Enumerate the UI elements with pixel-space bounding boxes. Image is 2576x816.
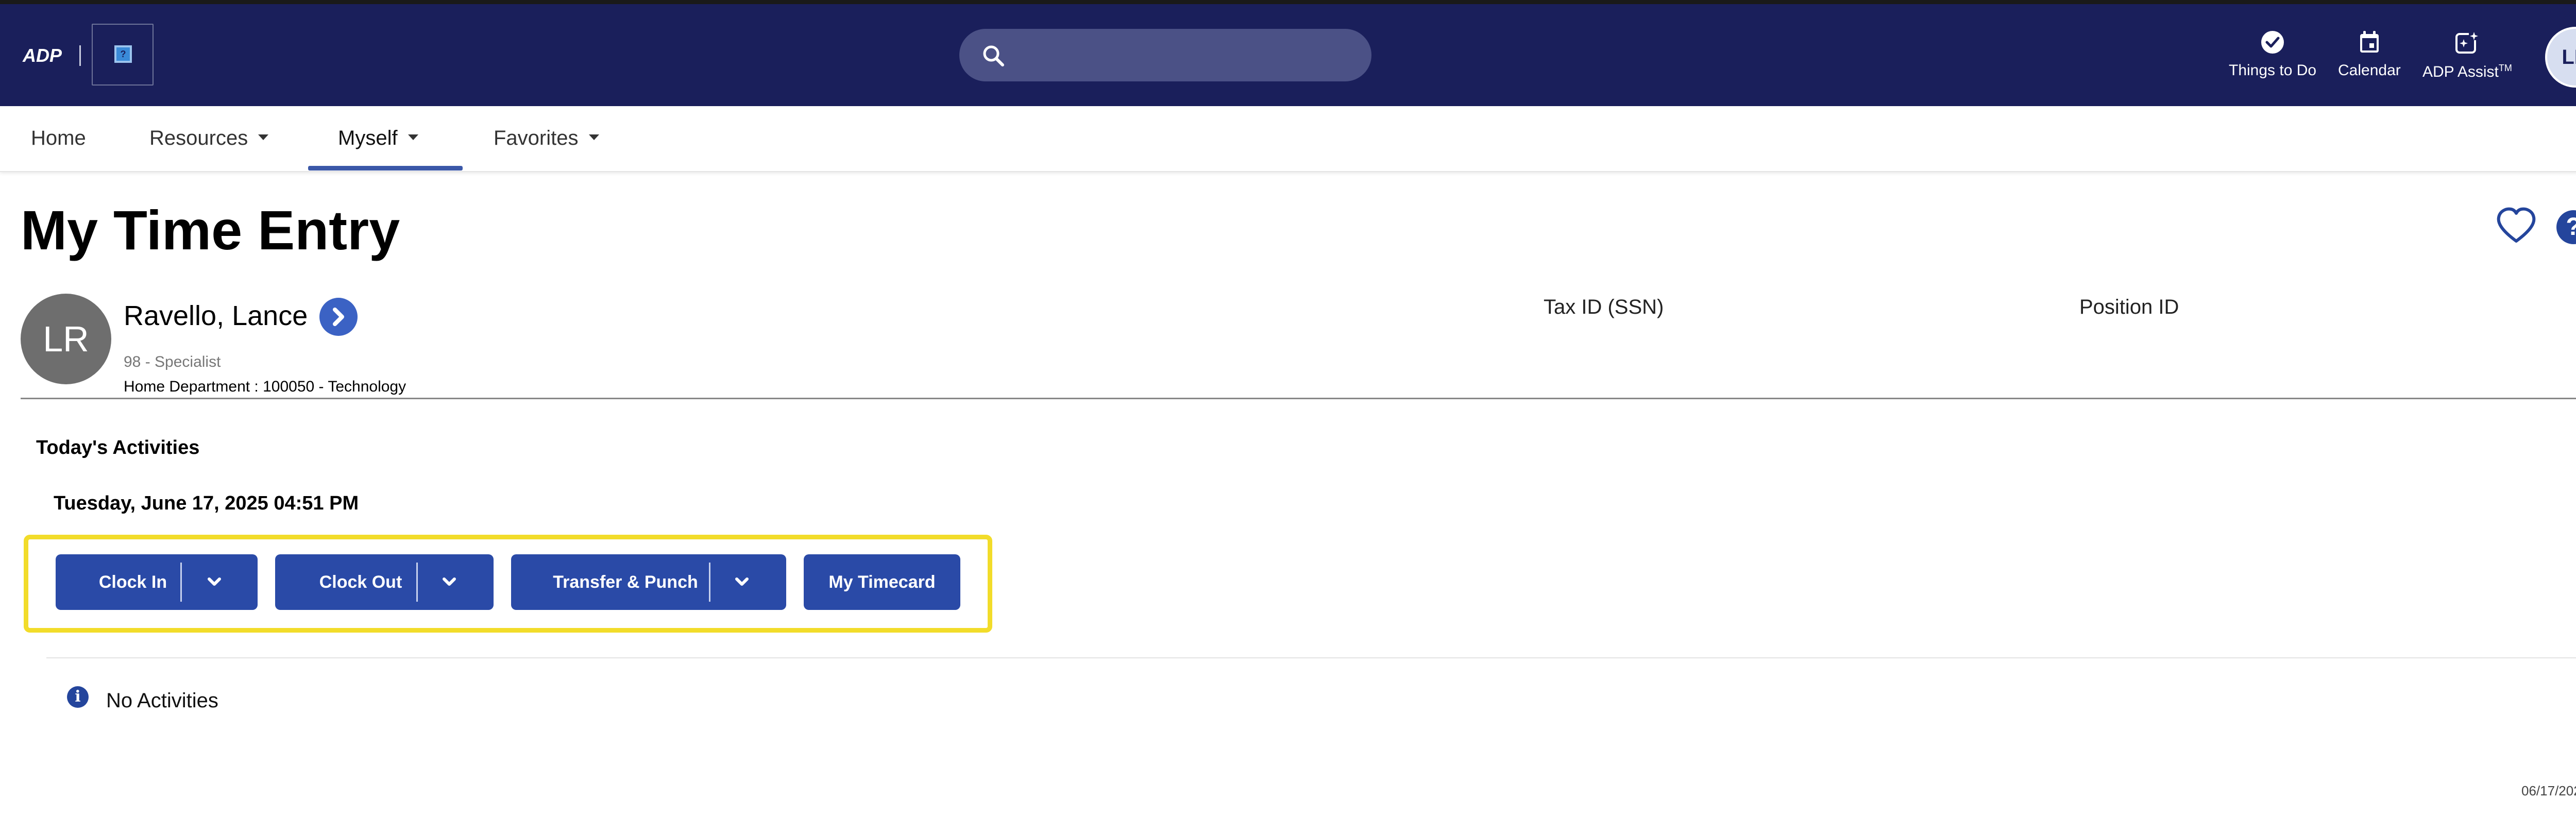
nav-myself-label: Myself (338, 127, 398, 149)
adp-assist-button[interactable]: ADP AssistTM (2422, 30, 2512, 81)
nav-active-indicator (308, 166, 463, 171)
calendar-button[interactable]: Calendar (2338, 30, 2401, 79)
app-switcher-tile[interactable]: ? (92, 24, 154, 86)
top-header: ADP ? Things to Do Calendar ADP AssistTM… (0, 4, 2576, 106)
nav-item-myself[interactable]: Myself (338, 127, 418, 150)
help-question-icon[interactable]: ? (2556, 210, 2576, 244)
info-icon: i (67, 686, 89, 708)
employee-details-button[interactable] (319, 298, 358, 336)
no-activities-message: No Activities (106, 689, 218, 712)
position-id-label: Position ID (2079, 296, 2179, 318)
clock-in-label: Clock In (98, 572, 167, 592)
footer-date: 06/17/2025 (2521, 783, 2576, 798)
caret-down-icon (258, 134, 269, 140)
things-to-do-label: Things to Do (2229, 62, 2317, 79)
page-title: My Time Entry (21, 199, 400, 261)
search-icon (983, 45, 1004, 66)
employee-position: 98 - Specialist (124, 353, 221, 370)
chevron-down-icon[interactable] (440, 573, 459, 591)
clock-in-button[interactable]: Clock In (56, 554, 258, 610)
adp-logo[interactable]: ADP (22, 44, 71, 66)
adp-assist-tm: TM (2498, 63, 2512, 73)
employee-department: Home Department : 100050 - Technology (124, 378, 406, 395)
top-strip (0, 0, 2576, 4)
caret-down-icon (588, 134, 599, 140)
logo-separator (79, 45, 81, 66)
calendar-label: Calendar (2338, 62, 2401, 79)
clock-out-label: Clock Out (319, 572, 402, 592)
app-tile-icon: ? (114, 45, 132, 63)
caret-down-icon (408, 134, 418, 140)
my-timecard-button[interactable]: My Timecard (804, 554, 960, 610)
nav-home-label: Home (31, 127, 86, 149)
nav-item-home[interactable]: Home (31, 127, 86, 150)
employee-avatar: LR (21, 294, 111, 384)
employee-name: Ravello, Lance (124, 300, 308, 331)
main-nav: Home Resources Myself Favorites (0, 106, 2576, 172)
button-separator (180, 563, 182, 602)
svg-text:ADP: ADP (22, 45, 62, 66)
transfer-punch-label: Transfer & Punch (553, 572, 698, 592)
nav-item-resources[interactable]: Resources (149, 127, 269, 150)
chevron-down-icon[interactable] (733, 573, 751, 591)
transfer-punch-button[interactable]: Transfer & Punch (511, 554, 786, 610)
adp-assist-label: ADP Assist (2422, 63, 2499, 80)
heart-icon (2497, 207, 2536, 243)
button-separator (709, 563, 710, 602)
clock-out-button[interactable]: Clock Out (275, 554, 494, 610)
section-divider (21, 398, 2576, 399)
current-datetime: Tuesday, June 17, 2025 04:51 PM (54, 492, 359, 514)
my-timecard-label: My Timecard (828, 572, 936, 592)
things-to-do-button[interactable]: Things to Do (2229, 30, 2316, 79)
user-avatar[interactable]: LR (2545, 27, 2576, 88)
chevron-down-icon[interactable] (205, 573, 224, 591)
calendar-icon (2360, 31, 2379, 53)
favorite-heart-button[interactable] (2496, 207, 2537, 247)
nav-resources-label: Resources (149, 127, 248, 149)
nav-favorites-label: Favorites (494, 127, 579, 149)
tax-id-label: Tax ID (SSN) (1544, 296, 1664, 318)
nav-item-favorites[interactable]: Favorites (494, 127, 599, 150)
assist-sparkle-icon (2455, 31, 2479, 54)
button-separator (416, 563, 418, 602)
chevron-right-icon (333, 308, 344, 326)
search-bar[interactable] (959, 29, 1371, 81)
todays-activities-heading: Today's Activities (36, 437, 200, 458)
activities-divider (46, 657, 2576, 658)
check-circle-icon (2261, 31, 2284, 54)
